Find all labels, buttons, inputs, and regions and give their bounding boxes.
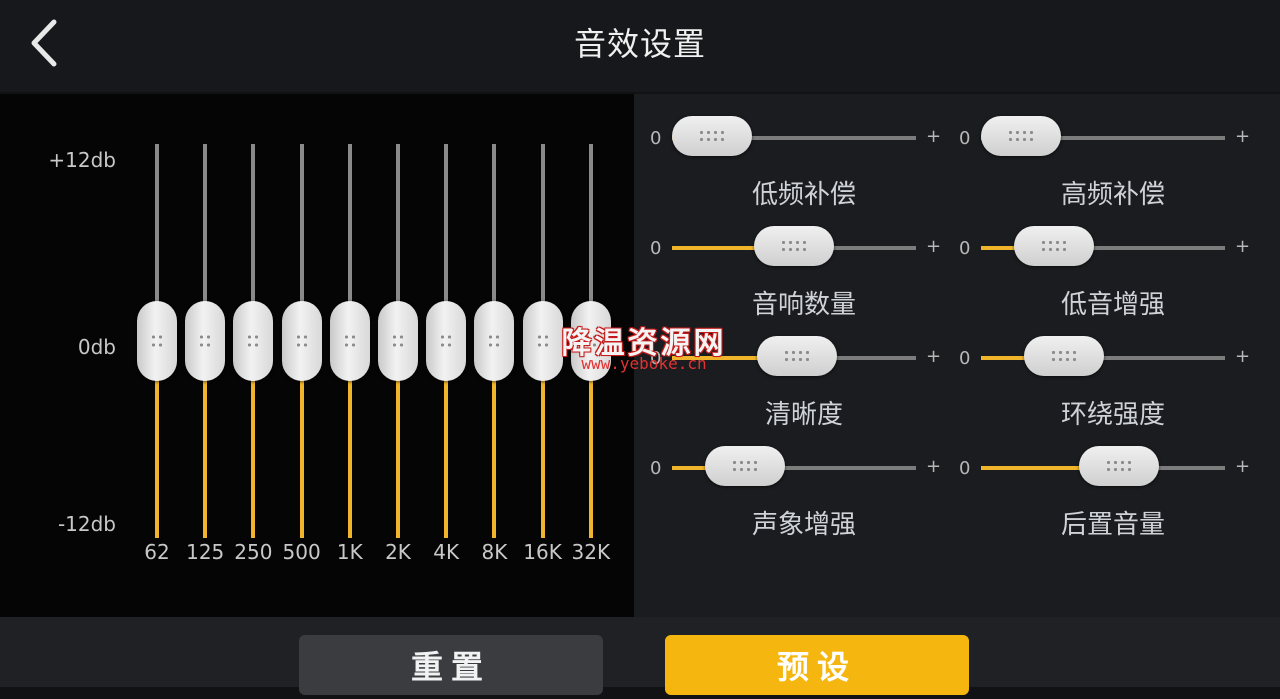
eq-band-thumb[interactable]	[329, 301, 370, 381]
grip-icon	[535, 333, 550, 349]
effect-knob[interactable]	[757, 336, 838, 376]
effect-min-label: 0	[959, 238, 971, 259]
effect-knob[interactable]	[981, 116, 1061, 156]
effect-knob[interactable]	[704, 446, 785, 486]
effect-max-label: +	[1235, 346, 1251, 367]
eq-band-thumb[interactable]	[137, 301, 177, 381]
effect-max-label: +	[926, 126, 942, 147]
db-label-top: +12db	[48, 148, 116, 172]
grip-icon	[698, 129, 726, 143]
grip-icon	[730, 459, 759, 473]
grip-icon	[246, 333, 261, 349]
eq-band-thumb[interactable]	[474, 301, 515, 381]
effect-track-fill	[981, 466, 1090, 470]
preset-button[interactable]: 预设	[665, 635, 969, 695]
watermark-url: www.yeboke.cn	[581, 354, 707, 373]
grip-icon	[487, 333, 502, 349]
grip-icon	[783, 349, 812, 363]
eq-band-slider[interactable]: 62	[135, 94, 179, 617]
grip-icon	[1007, 129, 1035, 143]
eq-band-slider[interactable]: 4K	[424, 94, 468, 617]
effect-max-label: +	[926, 346, 942, 367]
effect-knob[interactable]	[1079, 446, 1160, 486]
effect-knob[interactable]	[1023, 336, 1104, 376]
reset-button[interactable]: 重置	[299, 635, 603, 695]
effect-track-fill	[672, 246, 764, 250]
effect-slider[interactable]: 0 + 声象增强	[634, 398, 941, 548]
effect-min-label: 0	[959, 128, 971, 149]
eq-band-slider[interactable]: 2K	[376, 94, 420, 617]
grip-icon	[342, 333, 357, 349]
grip-icon	[1039, 239, 1068, 253]
grip-icon	[294, 333, 309, 349]
watermark: 降温资源网 www.yeboke.cn	[554, 318, 734, 382]
eq-band-thumb[interactable]	[185, 301, 226, 381]
grip-icon	[780, 239, 808, 253]
effect-min-label: 0	[959, 348, 971, 369]
bottom-bar: 重置 预设	[0, 617, 1280, 695]
effect-min-label: 0	[650, 458, 662, 479]
eq-band-thumb[interactable]	[233, 301, 274, 381]
eq-band-frequency: 32K	[571, 540, 611, 564]
grip-icon	[1105, 459, 1134, 473]
db-label-middle: 0db	[77, 335, 116, 359]
effect-knob[interactable]	[672, 116, 752, 156]
effect-max-label: +	[1235, 456, 1251, 477]
eq-band-slider[interactable]: 500	[280, 94, 324, 617]
effect-min-label: 0	[959, 458, 971, 479]
effect-max-label: +	[1235, 236, 1251, 257]
effect-knob[interactable]	[1013, 226, 1094, 266]
effect-label: 声象增强	[751, 510, 856, 540]
effect-min-label: 0	[650, 128, 662, 149]
effect-min-label: 0	[650, 238, 662, 259]
grip-icon	[150, 333, 164, 349]
effect-label: 后置音量	[1060, 510, 1165, 540]
grip-icon	[198, 333, 213, 349]
eq-band-thumb[interactable]	[378, 301, 418, 381]
grip-icon	[439, 333, 454, 349]
eq-band-slider[interactable]: 1K	[328, 94, 372, 617]
eq-band-thumb[interactable]	[426, 301, 467, 381]
equalizer-panel: +12db 0db -12db 62 125 250 500 1K 2K 4K 8K 16K 32…	[0, 94, 634, 617]
effect-slider[interactable]: 0 + 后置音量	[943, 398, 1250, 548]
effect-knob[interactable]	[754, 226, 834, 266]
eq-band-thumb[interactable]	[281, 301, 322, 381]
db-label-bottom: -12db	[57, 512, 116, 536]
eq-band-slider[interactable]: 8K	[472, 94, 516, 617]
effect-max-label: +	[926, 456, 942, 477]
eq-band-slider[interactable]: 125	[183, 94, 227, 617]
grip-icon	[391, 333, 405, 349]
grip-icon	[1049, 349, 1078, 363]
effect-max-label: +	[926, 236, 942, 257]
effect-max-label: +	[1235, 126, 1251, 147]
eq-band-slider[interactable]: 250	[231, 94, 275, 617]
